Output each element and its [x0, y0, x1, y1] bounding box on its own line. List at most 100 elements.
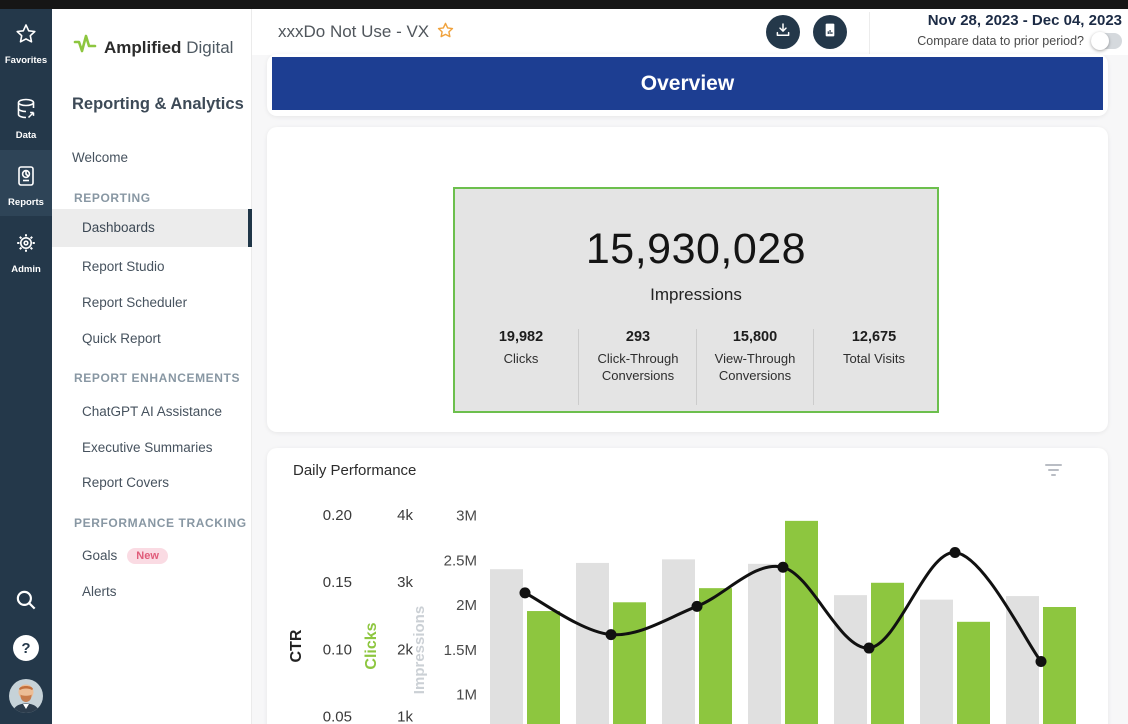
rail-help-button[interactable]: ? — [0, 635, 52, 661]
ctr-axis-tick: 0.05 — [323, 709, 352, 724]
toggle-knob — [1091, 32, 1109, 50]
report-file-icon — [822, 22, 838, 43]
ctr-axis-label: CTR — [288, 629, 305, 662]
ctr-axis-tick: 0.15 — [323, 574, 352, 591]
stat-divider — [578, 329, 579, 405]
stats-card: 15,930,028 Impressions 19,982 Clicks 293… — [267, 127, 1108, 432]
sidebar-item-report-scheduler[interactable]: Report Scheduler — [52, 295, 248, 310]
ctr-point — [606, 629, 617, 640]
clicks-bar — [871, 583, 904, 724]
stat-divider — [696, 329, 697, 405]
clicks-bar — [527, 611, 560, 724]
impressions-axis-tick: 2M — [456, 597, 477, 614]
ctr-point — [692, 601, 703, 612]
impressions-bar — [662, 559, 695, 724]
clicks-bar — [785, 521, 818, 724]
compare-toggle[interactable] — [1091, 33, 1122, 49]
daily-performance-card: Daily Performance 0.200.150.100.05CTR4k3… — [267, 448, 1108, 724]
ctr-point — [950, 547, 961, 558]
search-icon — [13, 587, 39, 618]
rail-item-admin[interactable]: Admin — [0, 231, 52, 275]
rail-item-label: Admin — [11, 264, 41, 275]
overview-banner: Overview — [272, 57, 1103, 110]
impressions-axis-tick: 3M — [456, 508, 477, 525]
impressions-bar — [920, 600, 953, 724]
impressions-bar — [576, 563, 609, 724]
overview-banner-title: Overview — [641, 72, 734, 96]
clicks-bar — [1043, 607, 1076, 724]
clicks-bar — [613, 602, 646, 724]
sidebar-item-report-covers[interactable]: Report Covers — [52, 475, 248, 490]
new-badge: New — [127, 548, 168, 564]
rail-item-data[interactable]: Data — [0, 97, 52, 141]
ctr-point — [1036, 656, 1047, 667]
impressions-bar — [834, 595, 867, 724]
impressions-axis-tick: 2.5M — [444, 552, 477, 569]
impressions-summary-box: 15,930,028 Impressions 19,982 Clicks 293… — [453, 187, 939, 413]
clicks-axis-tick: 1k — [397, 709, 413, 724]
rail-item-label: Data — [16, 130, 37, 141]
window-top-strip — [0, 0, 1128, 9]
impressions-axis-tick: 1.5M — [444, 642, 477, 659]
rail-search-button[interactable] — [0, 587, 52, 618]
topbar-divider — [869, 12, 870, 54]
clicks-bar — [957, 622, 990, 724]
download-button[interactable] — [766, 15, 800, 49]
impressions-total-label: Impressions — [455, 285, 937, 305]
sidebar-item-goals[interactable]: GoalsNew — [52, 548, 248, 564]
ctr-point — [520, 587, 531, 598]
impressions-axis-label: Impressions — [411, 606, 428, 694]
sidebar-item-executive-summaries[interactable]: Executive Summaries — [52, 440, 248, 455]
logo-text: Amplified Digital — [104, 38, 233, 58]
download-icon — [774, 21, 792, 44]
ctr-point — [778, 562, 789, 573]
stat-clicks: 19,982 Clicks — [466, 329, 576, 368]
compare-label: Compare data to prior period? — [917, 34, 1084, 48]
user-avatar[interactable] — [0, 678, 52, 719]
help-icon: ? — [13, 635, 39, 661]
clicks-axis-tick: 4k — [397, 507, 413, 524]
database-icon — [14, 97, 38, 126]
sidebar-item-quick-report[interactable]: Quick Report — [52, 331, 248, 346]
sidebar-item-report-studio[interactable]: Report Studio — [52, 259, 248, 274]
clicks-bar — [699, 588, 732, 724]
gear-icon — [14, 231, 38, 260]
ctr-point — [864, 643, 875, 654]
rail-item-reports[interactable]: Reports — [0, 164, 52, 208]
sidebar-item-welcome[interactable]: Welcome — [52, 150, 248, 165]
impressions-axis-tick: 1M — [456, 687, 477, 704]
ctr-axis-tick: 0.20 — [323, 507, 352, 524]
sidebar-item-dashboards[interactable]: Dashboards — [52, 209, 252, 247]
sidebar: Amplified Digital Reporting & Analytics … — [52, 9, 252, 724]
overview-banner-card: Overview — [267, 54, 1108, 116]
stat-view-through-conversions: 15,800 View-Through Conversions — [700, 329, 810, 385]
star-outline-icon[interactable] — [436, 21, 455, 45]
report-export-button[interactable] — [813, 15, 847, 49]
topbar: xxxDo Not Use - VX Nov 28, 2023 - Dec 04… — [252, 9, 1128, 55]
sidebar-title: Reporting & Analytics — [72, 95, 244, 114]
impressions-bar — [748, 564, 781, 724]
compare-row: Compare data to prior period? — [917, 33, 1122, 49]
date-range[interactable]: Nov 28, 2023 - Dec 04, 2023 — [928, 12, 1122, 29]
sidebar-item-chatgpt-ai-assistance[interactable]: ChatGPT AI Assistance — [52, 404, 248, 419]
daily-performance-chart[interactable]: 0.200.150.100.05CTR4k3k2k1kClicks3M2.5M2… — [267, 448, 1108, 724]
stat-total-visits: 12,675 Total Visits — [819, 329, 929, 368]
report-book-icon — [14, 164, 38, 193]
app-logo[interactable]: Amplified Digital — [72, 32, 233, 63]
star-icon — [14, 22, 38, 51]
stat-divider — [813, 329, 814, 405]
green-pulse-icon — [72, 32, 98, 63]
sidebar-section-report-enhancements: REPORT ENHANCEMENTS — [52, 371, 248, 385]
sidebar-section-performance-tracking: PERFORMANCE TRACKING — [52, 516, 248, 530]
page-title: xxxDo Not Use - VX — [278, 22, 429, 42]
rail-item-label: Favorites — [5, 55, 47, 66]
sidebar-item-alerts[interactable]: Alerts — [52, 584, 248, 599]
clicks-axis-tick: 3k — [397, 574, 413, 591]
icon-rail: Favorites Data Reports — [0, 9, 52, 724]
sidebar-section-reporting: REPORTING — [52, 191, 248, 205]
impressions-bar — [490, 569, 523, 724]
impressions-total-value: 15,930,028 — [455, 225, 937, 274]
rail-item-label: Reports — [8, 197, 44, 208]
stat-click-through-conversions: 293 Click-Through Conversions — [583, 329, 693, 385]
rail-item-favorites[interactable]: Favorites — [0, 22, 52, 66]
